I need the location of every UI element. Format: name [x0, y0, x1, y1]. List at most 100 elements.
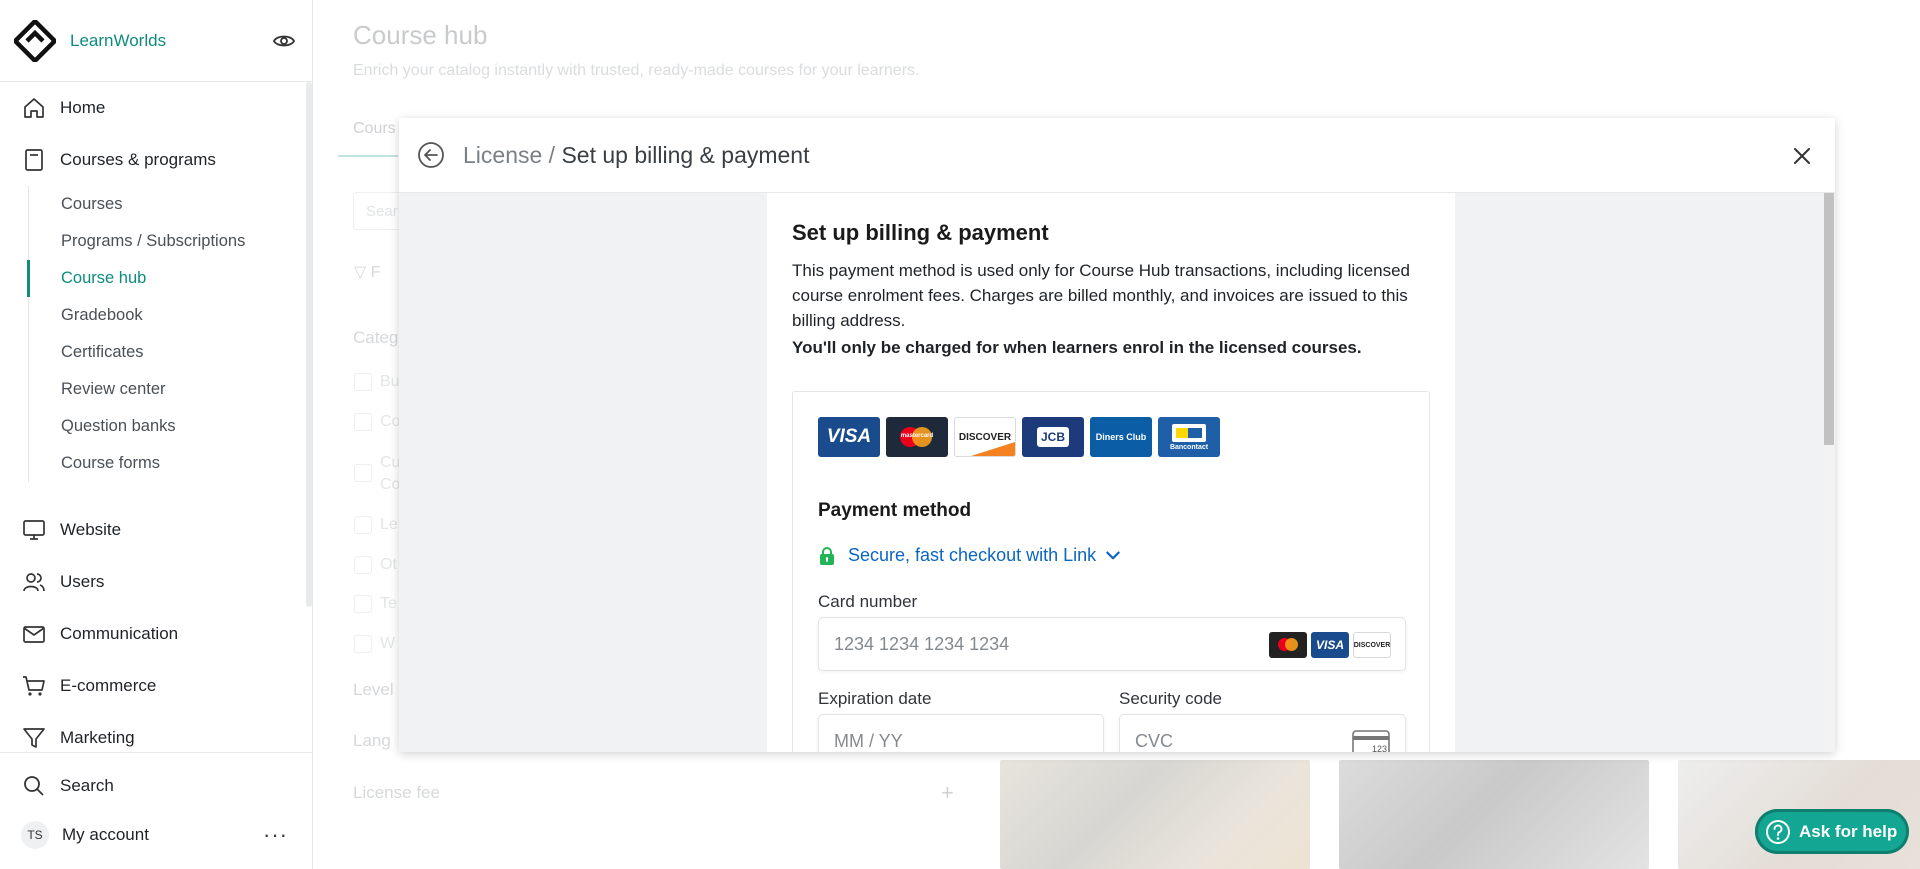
eye-icon[interactable]	[272, 29, 296, 53]
page-title: Course hub	[353, 20, 488, 50]
sidebar-subitem-course-forms[interactable]: Course forms	[29, 445, 305, 482]
chevron-down-icon	[1106, 551, 1120, 559]
sidebar-item-label: Courses & programs	[60, 150, 216, 169]
sidebar-item-marketing[interactable]: Marketing	[0, 712, 305, 752]
security-code-input[interactable]: CVC 123	[1119, 714, 1406, 752]
sidebar-subitem-gradebook[interactable]: Gradebook	[29, 297, 305, 334]
category-checkbox[interactable]	[354, 373, 372, 391]
sidebar-item-label: Website	[60, 520, 122, 539]
sidebar-item-my-account[interactable]: TS My account ···	[0, 810, 312, 859]
filter-text: F	[370, 264, 381, 281]
sidebar-subitem-certificates[interactable]: Certificates	[29, 334, 305, 371]
sidebar-item-home[interactable]: Home	[0, 82, 305, 134]
more-options-icon[interactable]: ···	[263, 822, 288, 848]
billing-heading: Set up billing & payment	[792, 220, 1049, 245]
sidebar-scrollbar[interactable]	[306, 82, 312, 607]
sidebar-subitem-question-banks[interactable]: Question banks	[29, 408, 305, 445]
sidebar-subitem-courses[interactable]: Courses	[29, 186, 305, 223]
sidebar-nav: Home Courses & programs Courses Programs…	[0, 82, 305, 752]
breadcrumb-current: Set up billing & payment	[561, 141, 810, 168]
sidebar-item-communication[interactable]: Communication	[0, 608, 305, 660]
discover-mini-icon: DISCOVER	[1353, 632, 1391, 658]
license-fee-heading[interactable]: License fee	[353, 783, 440, 803]
ask-for-help-label: Ask for help	[1799, 821, 1898, 841]
users-icon	[23, 573, 45, 592]
category-checkbox[interactable]	[354, 464, 372, 482]
expand-plus-icon[interactable]: +	[941, 780, 954, 806]
security-code-placeholder: CVC	[1135, 731, 1174, 751]
category-checkbox[interactable]	[354, 516, 372, 534]
sidebar-subitem-review-center[interactable]: Review center	[29, 371, 305, 408]
category-label: Te	[380, 595, 397, 612]
expiration-input[interactable]: MM / YY	[818, 714, 1104, 752]
learnworlds-logo-icon[interactable]	[14, 19, 56, 62]
jcb-card-icon: JCB	[1022, 417, 1084, 457]
language-heading[interactable]: Lang	[353, 731, 391, 751]
category-label: Le	[380, 516, 398, 533]
course-thumbnail[interactable]	[1339, 760, 1649, 869]
modal-scrollbar[interactable]	[1823, 193, 1835, 752]
tab-courses[interactable]: Cours	[353, 120, 396, 138]
filter-label[interactable]: ▽ F	[354, 262, 381, 282]
modal-header: License / Set up billing & payment	[399, 118, 1835, 193]
level-heading[interactable]: Level	[353, 680, 394, 700]
category-label: Ot	[380, 556, 397, 573]
sidebar-item-website[interactable]: Website	[0, 504, 305, 556]
sidebar-subitem-course-hub[interactable]: Course hub	[27, 260, 305, 297]
category-label: Co	[380, 413, 401, 430]
modal-body: Set up billing & payment This payment me…	[399, 193, 1823, 752]
billing-card: Set up billing & payment This payment me…	[767, 193, 1455, 752]
course-thumbnail[interactable]	[1000, 760, 1310, 869]
page-subtitle: Enrich your catalog instantly with trust…	[353, 62, 920, 79]
category-checkbox[interactable]	[354, 413, 372, 431]
sidebar-subitem-programs[interactable]: Programs / Subscriptions	[29, 223, 305, 260]
monitor-icon	[23, 520, 45, 540]
sidebar-item-ecommerce[interactable]: E-commerce	[0, 660, 305, 712]
breadcrumb: License / Set up billing & payment	[463, 142, 810, 169]
category-label: W	[380, 635, 396, 652]
link-checkout-label: Secure, fast checkout with Link	[848, 545, 1097, 565]
security-code-label: Security code	[1119, 689, 1222, 708]
accepted-cards: VISA mastercard DISCOVER JCB Diners Club	[818, 417, 1226, 457]
billing-description: This payment method is used only for Cou…	[792, 261, 1410, 330]
mail-icon	[23, 626, 45, 643]
card-number-input[interactable]: 1234 1234 1234 1234 VISA DISCOVER	[818, 617, 1406, 671]
sidebar-item-label: Marketing	[60, 728, 135, 747]
back-arrow-icon[interactable]	[417, 141, 445, 169]
funnel-icon: ▽	[354, 264, 371, 281]
expiration-label: Expiration date	[818, 689, 932, 708]
search-input[interactable]: Sear	[353, 192, 403, 230]
sidebar-item-label: Communication	[60, 624, 179, 643]
payment-method-title: Payment method	[818, 500, 972, 521]
brand-header: LearnWorlds	[0, 0, 312, 82]
sidebar-item-courses-programs[interactable]: Courses & programs	[0, 134, 305, 186]
link-checkout-toggle[interactable]: Secure, fast checkout with Link	[818, 545, 1134, 566]
expiration-placeholder: MM / YY	[834, 731, 903, 751]
tab-indicator	[338, 155, 398, 157]
category-checkbox[interactable]	[354, 556, 372, 574]
sidebar-item-users[interactable]: Users	[0, 556, 305, 608]
home-icon	[24, 98, 44, 118]
modal-scrollbar-thumb[interactable]	[1824, 193, 1834, 445]
courses-subnav: Courses Programs / Subscriptions Course …	[27, 186, 305, 482]
diners-card-icon: Diners Club	[1090, 417, 1152, 457]
category-checkbox[interactable]	[354, 635, 372, 653]
bancontact-text: Bancontact	[1169, 443, 1209, 451]
ask-for-help-button[interactable]: Ask for help	[1755, 809, 1909, 854]
visa-card-icon: VISA	[818, 417, 880, 457]
billing-modal: License / Set up billing & payment Set u…	[399, 118, 1835, 752]
brand-name[interactable]: LearnWorlds	[70, 31, 272, 51]
cvc-hint-text: 123	[1372, 744, 1387, 752]
help-question-icon	[1766, 819, 1790, 844]
sidebar-item-label: Search	[60, 775, 114, 795]
close-icon[interactable]	[1791, 145, 1813, 167]
category-checkbox[interactable]	[354, 595, 372, 613]
sidebar-item-search[interactable]: Search	[0, 761, 312, 810]
billing-notice: You'll only be charged for when learners…	[792, 338, 1362, 357]
cart-icon	[23, 676, 45, 696]
card-number-label: Card number	[818, 592, 918, 611]
breadcrumb-parent[interactable]: License /	[463, 142, 561, 168]
search-icon	[24, 775, 44, 796]
sidebar-item-label: Home	[60, 98, 106, 117]
lock-icon	[820, 546, 834, 565]
